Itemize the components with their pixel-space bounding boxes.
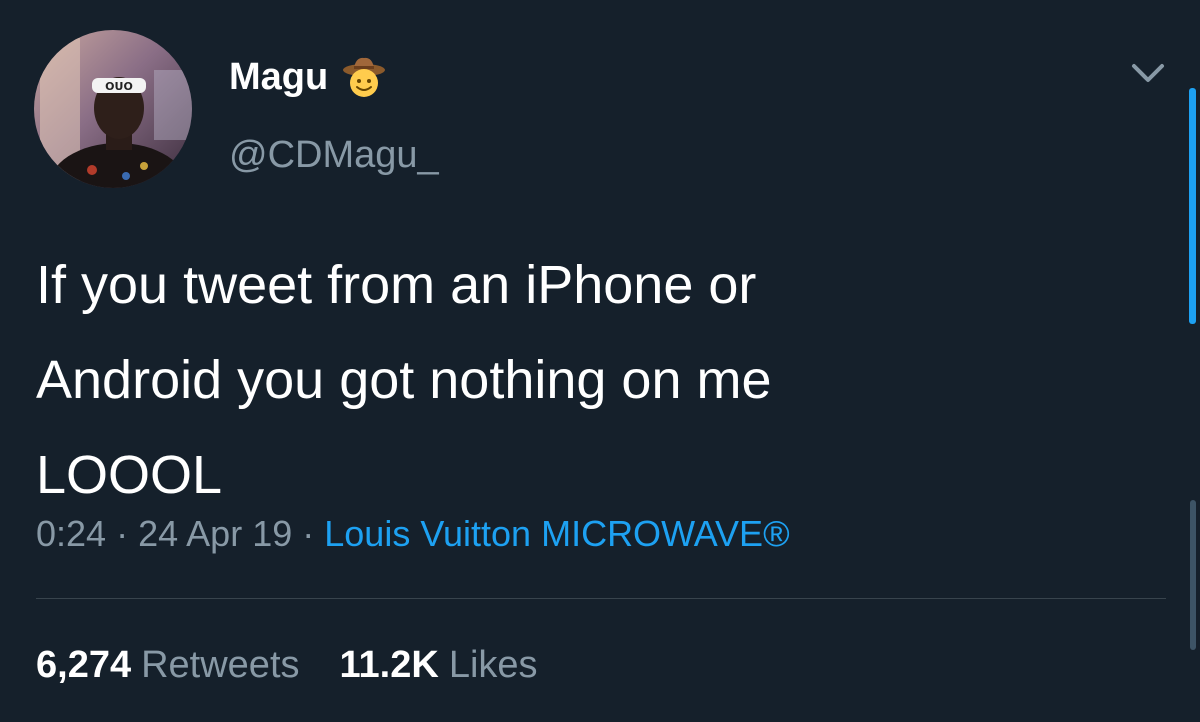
display-name-row[interactable]: Magu	[229, 52, 386, 102]
tweet-date[interactable]: 24 Apr 19	[138, 513, 292, 554]
retweets-count: 6,274	[36, 644, 132, 686]
tweet-meta: 0:24 · 24 Apr 19 · Louis Vuitton MICROWA…	[36, 512, 790, 556]
likes-stat[interactable]: 11.2K Likes	[340, 642, 538, 688]
svg-text:OUO: OUO	[105, 80, 133, 93]
tweet-source-link[interactable]: Louis Vuitton MICROWAVE®	[324, 513, 789, 554]
retweets-label: Retweets	[141, 644, 300, 686]
likes-count: 11.2K	[339, 644, 439, 686]
tweet-stats: 6,274 Retweets 11.2K Likes	[36, 642, 538, 688]
meta-separator: ·	[116, 513, 129, 554]
user-handle[interactable]: @CDMagu_	[229, 136, 439, 174]
chevron-down-icon[interactable]	[1128, 58, 1168, 88]
display-name: Magu	[229, 56, 329, 98]
likes-label: Likes	[448, 644, 538, 686]
retweets-stat[interactable]: 6,274 Retweets	[36, 642, 300, 688]
avatar[interactable]: OUO	[34, 30, 192, 188]
tweet-text: If you tweet from an iPhone or Android y…	[36, 255, 772, 505]
scrollbar-track-segment	[1190, 500, 1196, 650]
scrollbar-thumb[interactable]	[1189, 88, 1196, 324]
meta-separator: ·	[302, 513, 315, 554]
tweet-detail: OUO Magu @CDMagu_ If you tweet from an i…	[0, 0, 1200, 722]
divider	[36, 598, 1166, 599]
cowboy-hat-face-icon	[343, 57, 386, 97]
avatar-photo: OUO	[34, 30, 192, 188]
tweet-time[interactable]: 0:24	[36, 513, 106, 554]
